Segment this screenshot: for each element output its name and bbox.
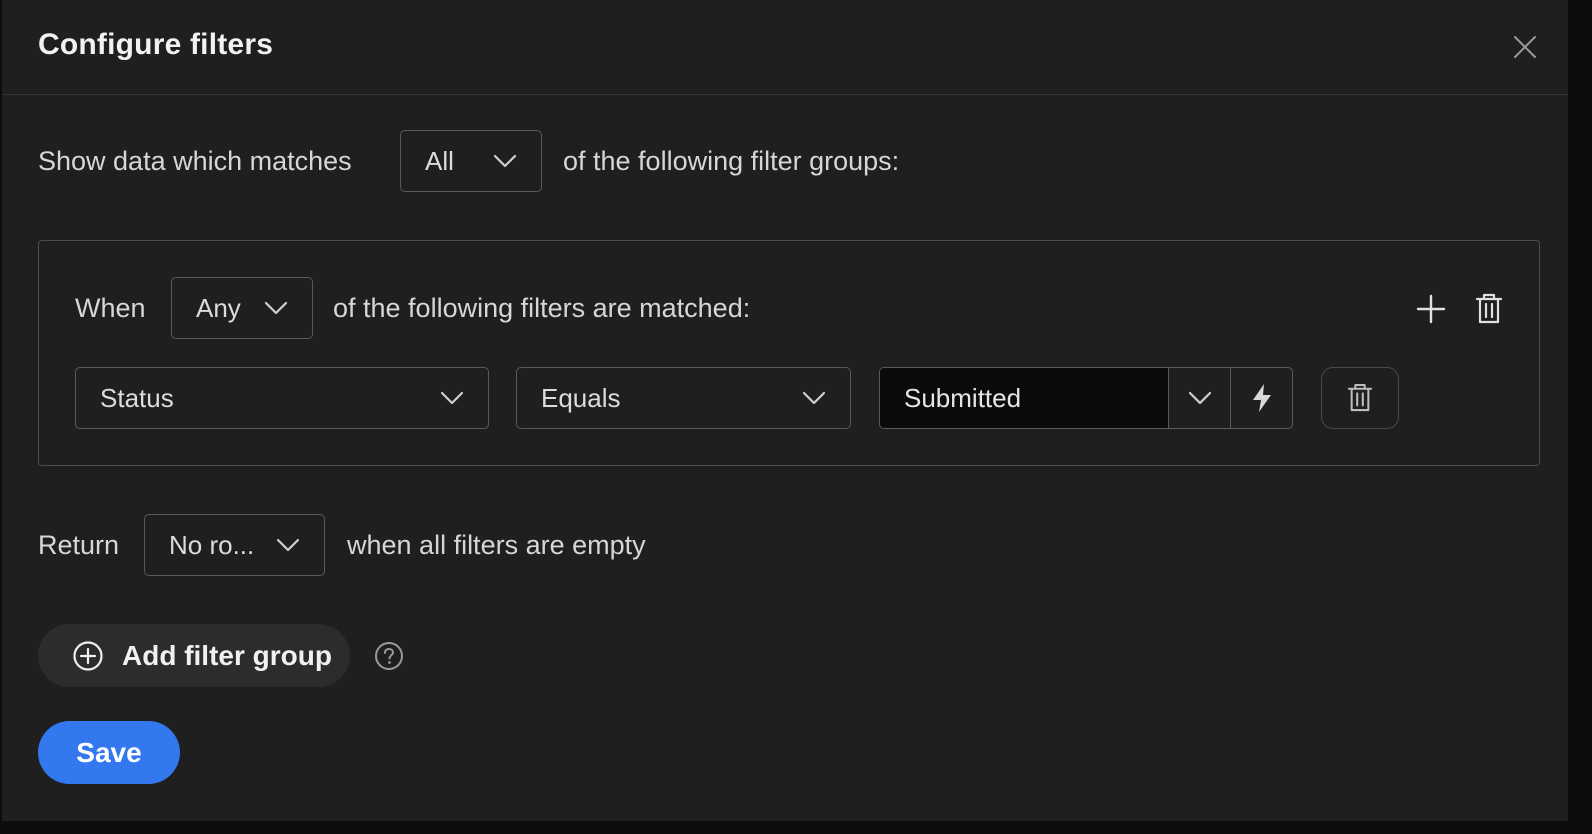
dynamic-value-button[interactable]: [1230, 368, 1292, 428]
return-mode-select[interactable]: No ro...: [144, 514, 325, 576]
filter-field-value: Status: [100, 382, 174, 413]
lightning-icon: [1252, 384, 1271, 412]
group-match-select[interactable]: Any: [171, 277, 313, 339]
match-prefix-label: Show data which matches: [38, 146, 352, 176]
match-suffix-label: of the following filter groups:: [563, 146, 900, 176]
filter-value-dropdown-button[interactable]: [1169, 368, 1230, 428]
add-filter-button[interactable]: [1413, 291, 1449, 327]
return-prefix-label: Return: [38, 530, 120, 560]
filter-value-control: Submitted: [879, 367, 1293, 429]
modal-header: Configure filters: [2, 0, 1568, 95]
help-circle-icon: [375, 642, 403, 670]
group-suffix-label: of the following filters are matched:: [333, 293, 751, 323]
return-suffix-label: when all filters are empty: [347, 530, 646, 560]
filter-group: When Any of the following filters are ma…: [38, 240, 1540, 466]
chevron-down-icon: [440, 391, 464, 405]
chevron-down-icon: [1188, 391, 1211, 405]
close-button[interactable]: [1510, 32, 1540, 62]
filter-operator-select[interactable]: Equals: [516, 367, 851, 429]
filter-operator-value: Equals: [541, 382, 621, 413]
help-button[interactable]: [374, 641, 404, 671]
chevron-down-icon: [802, 391, 826, 405]
filter-field-select[interactable]: Status: [75, 367, 489, 429]
delete-filter-button[interactable]: [1321, 367, 1399, 429]
trash-icon: [1475, 293, 1503, 324]
plus-icon: [1416, 294, 1446, 324]
add-filter-group-button[interactable]: Add filter group: [38, 624, 350, 687]
match-mode-value: All: [425, 145, 454, 176]
configure-filters-modal: Configure filters Show data which matche…: [2, 0, 1568, 821]
delete-group-button[interactable]: [1471, 291, 1507, 327]
trash-icon: [1347, 383, 1373, 412]
modal-title: Configure filters: [38, 28, 274, 61]
add-filter-group-label: Add filter group: [122, 639, 332, 671]
group-prefix-label: When: [75, 293, 146, 323]
plus-circle-icon: [73, 640, 103, 671]
match-mode-select[interactable]: All: [400, 130, 542, 192]
close-icon: [1514, 36, 1536, 58]
return-mode-value: No ro...: [169, 529, 255, 560]
filter-value-input[interactable]: Submitted: [880, 368, 1170, 428]
chevron-down-icon: [264, 301, 288, 315]
chevron-down-icon: [276, 538, 300, 552]
chevron-down-icon: [493, 154, 517, 168]
save-button[interactable]: Save: [38, 721, 180, 784]
group-match-value: Any: [196, 292, 241, 323]
